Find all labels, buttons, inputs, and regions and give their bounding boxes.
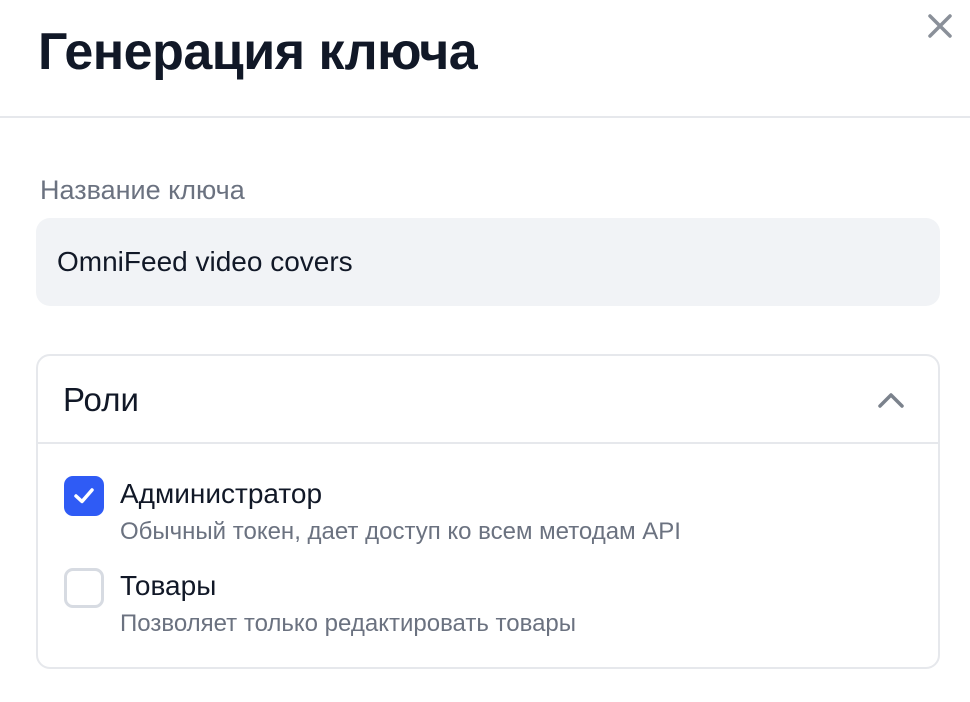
close-icon (928, 14, 952, 38)
role-option-products[interactable]: Товары Позволяет только редактировать то… (62, 564, 922, 644)
role-description: Позволяет только редактировать товары (120, 610, 577, 637)
role-description: Обычный токен, дает доступ ко всем метод… (120, 518, 681, 545)
roles-panel: Роли Администратор Обычный токен, дает д… (36, 354, 940, 669)
role-option-admin[interactable]: Администратор Обычный токен, дает доступ… (62, 472, 922, 552)
role-name: Товары (120, 570, 217, 601)
dialog-header: Генерация ключа (0, 0, 970, 118)
chevron-up-icon (876, 386, 906, 416)
role-checkbox-products[interactable] (64, 568, 104, 608)
role-checkbox-admin[interactable] (64, 476, 104, 516)
key-name-input[interactable] (36, 218, 940, 306)
key-name-label: Название ключа (40, 175, 245, 205)
roles-toggle[interactable]: Роли (38, 356, 938, 444)
dialog-title: Генерация ключа (38, 23, 478, 81)
roles-title: Роли (63, 381, 139, 418)
checkmark-icon (74, 488, 94, 504)
close-button[interactable] (922, 8, 958, 44)
role-name: Администратор (120, 478, 323, 509)
